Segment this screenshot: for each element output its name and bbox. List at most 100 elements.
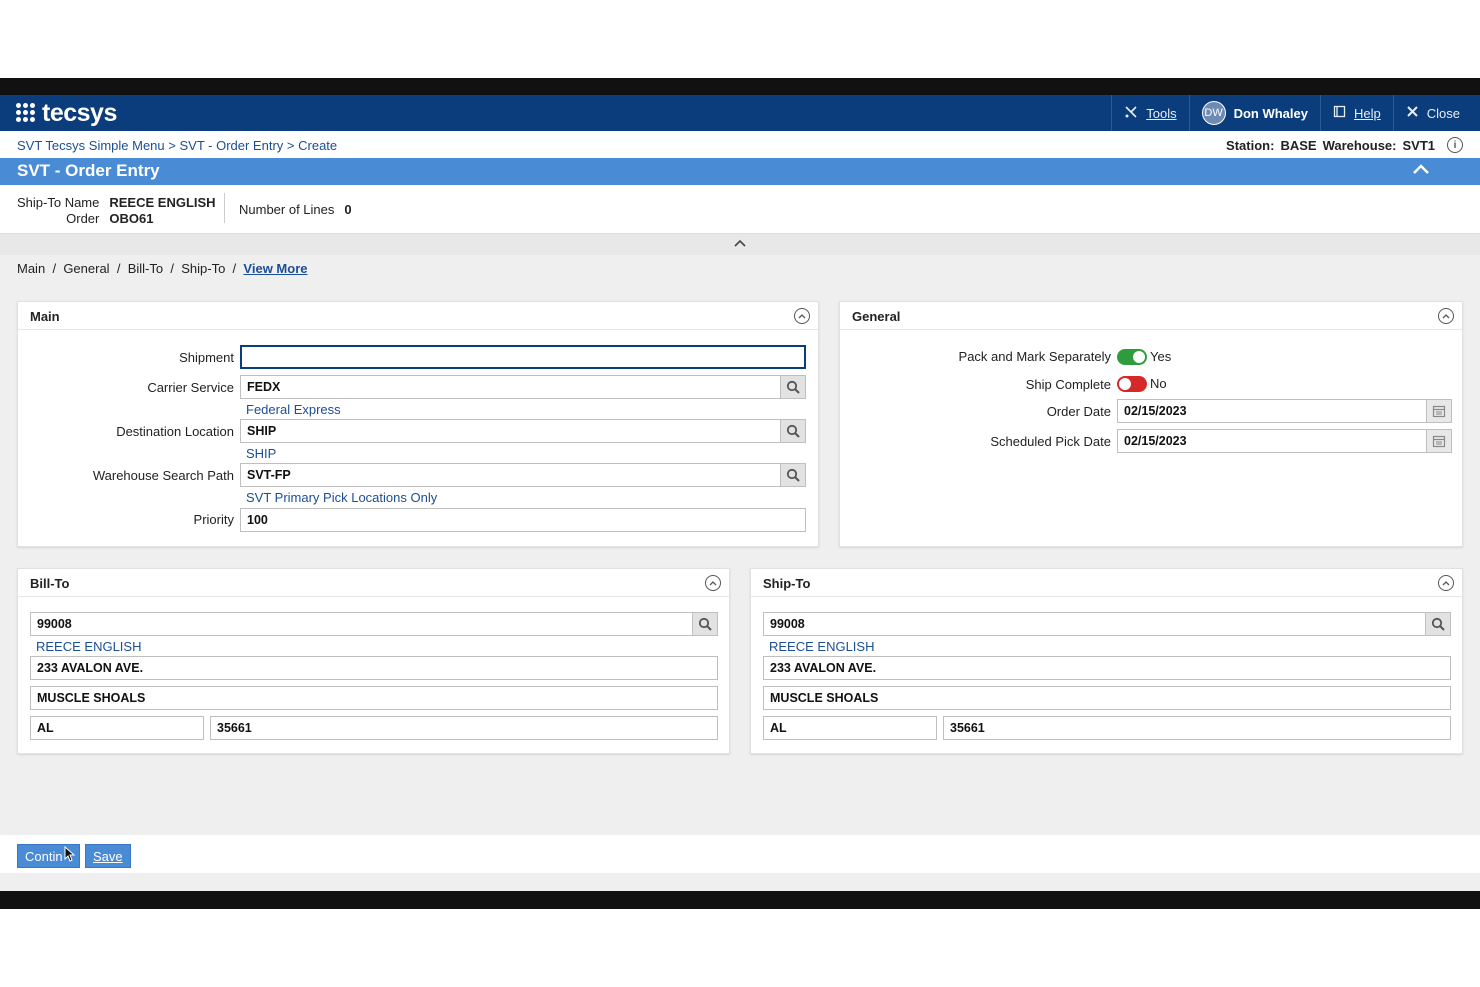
logo-text: tecsys (42, 98, 117, 127)
ship-to-city-input[interactable]: MUSCLE SHOALS (763, 686, 1451, 710)
search-icon (786, 424, 800, 438)
close-label: Close (1426, 105, 1460, 121)
station-info: Station: BASE Warehouse: SVT1 i (1226, 137, 1463, 153)
breadcrumb-bar: SVT Tecsys Simple Menu > SVT - Order Ent… (0, 131, 1480, 158)
ship-complete-value: No (1150, 376, 1167, 391)
scheduled-pick-date-label: Scheduled Pick Date (990, 434, 1111, 449)
order-value: OBO61 (109, 211, 154, 226)
carrier-search-button[interactable] (780, 375, 806, 399)
destination-location-input[interactable]: SHIP (240, 419, 781, 443)
tecsys-logo[interactable]: tecsys (16, 99, 117, 127)
info-icon[interactable]: i (1447, 137, 1463, 153)
destination-search-button[interactable] (780, 419, 806, 443)
ship-to-state-input[interactable]: AL (763, 716, 937, 740)
close-icon (1406, 105, 1419, 121)
ship-to-panel: Ship-To 99008 REECE ENGLISH 233 AVALON A… (750, 568, 1463, 754)
pick-date-calendar-button[interactable] (1426, 429, 1452, 453)
close-button[interactable]: Close (1392, 95, 1480, 131)
order-date-label: Order Date (1046, 404, 1111, 419)
bill-to-name: REECE ENGLISH (36, 639, 142, 654)
section-link-main[interactable]: Main (17, 261, 45, 276)
bill-to-panel: Bill-To 99008 REECE ENGLISH 233 AVALON A… (17, 568, 730, 754)
ship-to-address-input[interactable]: 233 AVALON AVE. (763, 656, 1451, 680)
search-icon (1431, 617, 1445, 631)
tools-label: Tools (1146, 105, 1177, 121)
ship-to-zip-input[interactable]: 35661 (943, 716, 1451, 740)
bill-to-search-button[interactable] (692, 612, 718, 636)
order-date-input[interactable]: 02/15/2023 (1117, 399, 1427, 423)
section-link-general[interactable]: General (63, 261, 109, 276)
warehouse-search-path-label: Warehouse Search Path (92, 468, 234, 483)
order-label: Order (66, 211, 100, 226)
general-panel-title: General (852, 309, 901, 324)
shipment-input[interactable] (240, 345, 806, 369)
breadcrumb-create[interactable]: Create (298, 138, 337, 153)
bill-to-title: Bill-To (30, 576, 70, 591)
warehouse-search-path-input[interactable]: SVT-FP (240, 463, 781, 487)
bill-to-state-input[interactable]: AL (30, 716, 204, 740)
bill-to-zip-input[interactable]: 35661 (210, 716, 718, 740)
destination-location-label: Destination Location (116, 424, 234, 439)
page-title-bar: SVT - Order Entry (0, 158, 1480, 185)
carrier-service-input[interactable]: FEDX (240, 375, 781, 399)
mouse-pointer-icon (64, 845, 76, 865)
ship-to-name-value: REECE ENGLISH (109, 195, 216, 210)
top-navbar: tecsys Tools DW Don Whaley Help Close (0, 95, 1480, 131)
ship-to-name: REECE ENGLISH (769, 639, 875, 654)
ship-to-title: Ship-To (763, 576, 811, 591)
app-grid-icon (16, 103, 36, 123)
collapse-ship-to-icon[interactable] (1438, 575, 1454, 591)
view-more-link[interactable]: View More (243, 261, 307, 276)
search-icon (698, 617, 712, 631)
collapse-general-icon[interactable] (1438, 308, 1454, 324)
action-footer: Contin Save (0, 835, 1480, 873)
collapse-bill-to-icon[interactable] (705, 575, 721, 591)
scheduled-pick-date-input[interactable]: 02/15/2023 (1117, 429, 1427, 453)
user-menu[interactable]: DW Don Whaley (1188, 95, 1320, 131)
ship-to-customer-input[interactable]: 99008 (763, 612, 1426, 636)
general-panel: General Pack and Mark Separately Yes Shi… (839, 301, 1463, 547)
ship-complete-label: Ship Complete (1025, 377, 1111, 392)
search-icon (786, 468, 800, 482)
help-button[interactable]: Help (1320, 95, 1393, 131)
ship-complete-toggle[interactable] (1117, 376, 1147, 392)
page-title: SVT - Order Entry (17, 161, 160, 180)
main-panel-title: Main (30, 309, 60, 324)
order-date-calendar-button[interactable] (1426, 399, 1452, 423)
tools-button[interactable]: Tools (1111, 95, 1188, 131)
section-navigation: Main / General / Bill-To / Ship-To / Vie… (17, 261, 308, 276)
calendar-icon (1432, 405, 1446, 418)
save-button[interactable]: Save (85, 844, 131, 868)
path-search-button[interactable] (780, 463, 806, 487)
tools-icon (1124, 105, 1138, 122)
number-of-lines: Number of Lines 0 (239, 202, 352, 217)
shipment-label: Shipment (179, 350, 234, 365)
priority-input[interactable]: 100 (240, 508, 806, 532)
breadcrumb-menu-link[interactable]: SVT Tecsys Simple Menu (17, 138, 165, 153)
priority-label: Priority (193, 512, 234, 527)
screen-bottom-border (0, 891, 1480, 909)
pack-mark-label: Pack and Mark Separately (958, 349, 1111, 364)
destination-description: SHIP (246, 446, 277, 461)
section-link-ship-to[interactable]: Ship-To (181, 261, 225, 276)
ship-to-name-label: Ship-To Name (17, 195, 100, 210)
pack-mark-toggle[interactable] (1117, 349, 1147, 365)
ship-to-search-button[interactable] (1425, 612, 1451, 636)
chevron-up-icon (734, 236, 746, 250)
collapse-main-icon[interactable] (794, 308, 810, 324)
user-name: Don Whaley (1233, 105, 1308, 121)
breadcrumb-order-entry-link[interactable]: SVT - Order Entry (179, 138, 283, 153)
carrier-service-label: Carrier Service (147, 380, 234, 395)
pack-mark-value: Yes (1150, 349, 1172, 364)
avatar: DW (1201, 101, 1226, 125)
summary-collapse-bar[interactable] (0, 233, 1480, 255)
section-link-bill-to[interactable]: Bill-To (128, 261, 163, 276)
calendar-icon (1432, 435, 1446, 448)
bill-to-city-input[interactable]: MUSCLE SHOALS (30, 686, 718, 710)
collapse-header-icon[interactable] (1412, 162, 1430, 180)
divider (224, 193, 225, 223)
bill-to-address-input[interactable]: 233 AVALON AVE. (30, 656, 718, 680)
breadcrumb: SVT Tecsys Simple Menu > SVT - Order Ent… (17, 138, 338, 153)
bill-to-customer-input[interactable]: 99008 (30, 612, 693, 636)
search-icon (786, 380, 800, 394)
